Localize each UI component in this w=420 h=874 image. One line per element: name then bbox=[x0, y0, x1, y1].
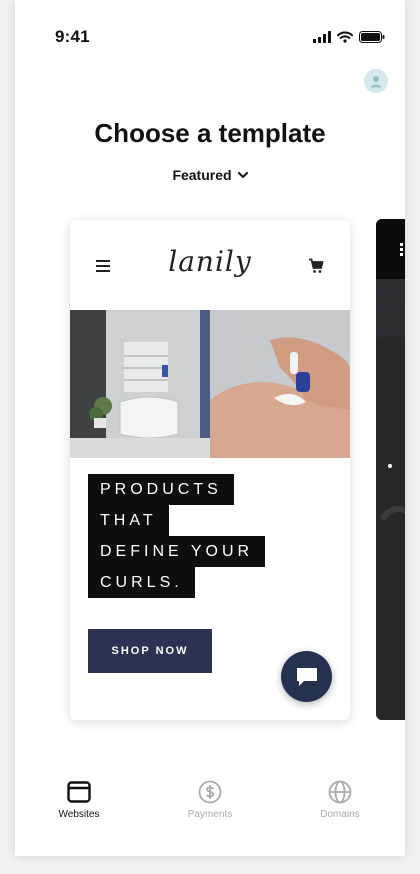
phone-screen: 9:41 Choose a template Featured lanily P… bbox=[15, 0, 405, 856]
battery-icon bbox=[359, 31, 385, 43]
tab-label: Payments bbox=[187, 809, 233, 820]
headline-line: THAT bbox=[88, 505, 169, 536]
chat-bubble-icon bbox=[296, 667, 317, 686]
template-card[interactable]: lanily PRODUCTS THAT DEFINE YOUR CURLS. … bbox=[70, 220, 350, 720]
wifi-icon bbox=[337, 31, 353, 43]
user-avatar-button[interactable] bbox=[364, 69, 388, 93]
tab-websites[interactable]: Websites bbox=[29, 778, 129, 820]
hands-product-photo bbox=[210, 310, 350, 458]
tab-domains[interactable]: Domains bbox=[290, 778, 390, 820]
filter-label: Featured bbox=[172, 167, 232, 183]
next-template-card[interactable] bbox=[376, 219, 405, 720]
tab-label: Websites bbox=[58, 809, 100, 820]
template-headline: PRODUCTS THAT DEFINE YOUR CURLS. bbox=[88, 474, 266, 598]
chat-button[interactable] bbox=[281, 651, 332, 702]
status-bar: 9:41 bbox=[15, 0, 405, 60]
headline-line: DEFINE YOUR bbox=[88, 536, 266, 567]
cellular-signal-icon bbox=[313, 31, 331, 43]
chevron-down-icon bbox=[237, 171, 248, 178]
featured-filter-dropdown[interactable]: Featured bbox=[15, 167, 405, 183]
shop-now-button[interactable]: SHOP NOW bbox=[88, 629, 212, 673]
template-hero-image bbox=[70, 310, 350, 458]
salon-interior-photo bbox=[70, 310, 210, 458]
status-icons bbox=[313, 30, 385, 44]
template-header: lanily bbox=[70, 220, 350, 310]
user-icon bbox=[370, 76, 382, 88]
tab-payments[interactable]: Payments bbox=[160, 778, 260, 820]
globe-icon bbox=[328, 780, 352, 804]
browser-window-icon bbox=[67, 781, 91, 803]
bottom-tab-bar: Websites Payments Domains bbox=[15, 778, 405, 838]
headline-line: PRODUCTS bbox=[88, 474, 234, 505]
status-time: 9:41 bbox=[55, 27, 90, 46]
cart-icon[interactable] bbox=[308, 258, 324, 274]
headline-line: CURLS. bbox=[88, 567, 195, 598]
tab-label: Domains bbox=[320, 809, 360, 820]
dollar-circle-icon bbox=[198, 780, 222, 804]
page-title: Choose a template bbox=[94, 118, 326, 148]
